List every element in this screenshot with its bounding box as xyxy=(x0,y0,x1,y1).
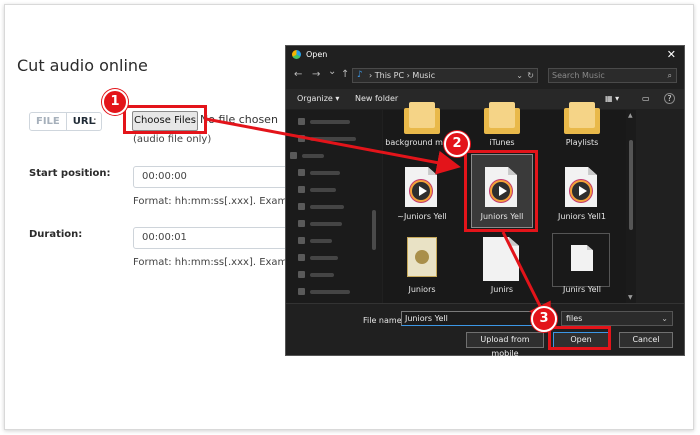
app-icon xyxy=(292,50,301,59)
dialog-title: Open xyxy=(306,50,328,59)
nav-pane-item[interactable] xyxy=(298,203,344,210)
folder-icon xyxy=(564,102,600,134)
blank-file-icon xyxy=(571,245,593,271)
nav-pane-item[interactable] xyxy=(298,271,334,278)
item-label: ~Juniors Yell xyxy=(397,212,447,221)
preview-pane-icon[interactable]: ▭ xyxy=(642,94,650,103)
tab-file[interactable]: FILE xyxy=(30,113,67,130)
refresh-icon[interactable]: ↻ xyxy=(527,69,534,82)
folder-icon xyxy=(484,102,520,134)
search-placeholder: Search Music xyxy=(552,71,605,80)
duration-input[interactable]: 00:00:01 xyxy=(133,227,293,249)
back-arrow-icon[interactable]: ← xyxy=(294,69,302,80)
nav-pane-item[interactable] xyxy=(298,220,342,227)
item-label: Junirs xyxy=(490,285,514,294)
nav-pane-item[interactable] xyxy=(298,254,338,261)
upload-from-mobile-button[interactable]: Upload from mobile xyxy=(466,332,544,358)
image-thumbnail xyxy=(407,237,437,277)
forward-arrow-icon[interactable]: → xyxy=(312,69,320,80)
chevron-down-icon: ⌄ xyxy=(661,314,668,323)
item-label: Juniors Yell1 xyxy=(558,212,606,221)
start-format-hint: Format: hh:mm:ss[.xxx]. Example: 00:01:2… xyxy=(133,196,285,207)
file-list-scrollbar[interactable]: ▲ ▼ xyxy=(626,110,636,303)
tab-colon: : xyxy=(93,114,97,127)
chevron-down-icon[interactable]: ⌄ xyxy=(516,69,523,82)
cancel-button[interactable]: Cancel xyxy=(619,332,673,348)
search-input[interactable]: Search Music ⌕ xyxy=(548,68,677,83)
source-toggle[interactable]: FILE URL xyxy=(29,112,102,131)
duration-format-hint: Format: hh:mm:ss[.xxx]. Example: 00:01:2… xyxy=(133,257,285,268)
this-pc-icon xyxy=(290,152,297,159)
blank-file-icon xyxy=(483,237,519,281)
downloads-icon xyxy=(298,220,305,227)
nav-pane-item[interactable] xyxy=(298,169,340,176)
audio-only-hint: (audio file only) xyxy=(133,134,212,145)
nav-pane-item[interactable] xyxy=(298,118,350,125)
file-name-label: File name: xyxy=(363,316,405,325)
address-bar[interactable]: ♪ › This PC › Music ⌄ ↻ xyxy=(352,68,538,83)
highlight-selected-file xyxy=(464,150,538,232)
videos-icon xyxy=(298,271,305,278)
desktop-icon xyxy=(298,186,305,193)
up-arrow-icon[interactable]: ↑ xyxy=(341,69,349,80)
item-label: Junirs Yell xyxy=(563,285,601,294)
nav-pane-item[interactable] xyxy=(290,152,324,159)
objects-icon xyxy=(298,169,305,176)
highlight-open-button xyxy=(548,326,611,350)
location-icon xyxy=(298,118,305,125)
play-icon xyxy=(410,180,432,202)
no-file-text: No file chosen xyxy=(200,113,278,126)
pictures-icon xyxy=(298,254,305,261)
item-label: Playlists xyxy=(565,138,599,147)
audio-file-icon xyxy=(405,167,437,207)
step-badge-3: 3 xyxy=(531,306,557,332)
navigation-bar: ← → ⌄ ↑ ♪ › This PC › Music ⌄ ↻ Search M… xyxy=(286,65,684,87)
start-position-label: Start position: xyxy=(29,168,111,179)
organize-button[interactable]: Organize ▾ xyxy=(297,94,339,103)
file-type-select[interactable]: files ⌄ xyxy=(561,311,673,326)
recent-dropdown-icon[interactable]: ⌄ xyxy=(328,66,336,77)
drive-icon xyxy=(298,288,305,295)
search-icon: ⌕ xyxy=(667,71,672,80)
nav-pane-item[interactable] xyxy=(298,186,336,193)
item-label: iTunes xyxy=(489,138,515,147)
start-position-input[interactable]: 00:00:00 xyxy=(133,166,293,188)
folder-icon xyxy=(404,102,440,134)
step-badge-1: 1 xyxy=(102,89,128,115)
scroll-up-icon[interactable]: ▲ xyxy=(628,112,633,119)
view-options-icon[interactable]: ▦ ▾ xyxy=(605,94,619,103)
file-type-value: files xyxy=(566,314,583,323)
nav-pane-scrollbar[interactable] xyxy=(372,210,376,250)
help-icon[interactable]: ? xyxy=(664,93,675,104)
address-path[interactable]: › This PC › Music xyxy=(369,69,435,82)
music-icon xyxy=(298,237,305,244)
nav-pane-item[interactable] xyxy=(298,135,356,142)
nav-pane-item[interactable] xyxy=(298,288,350,295)
new-folder-button[interactable]: New folder xyxy=(355,94,398,103)
file-name-input[interactable]: Juniors Yell xyxy=(401,311,551,326)
scroll-down-icon[interactable]: ▼ xyxy=(628,294,633,301)
music-note-icon: ♪ xyxy=(357,70,363,80)
navigation-pane xyxy=(286,110,382,303)
dialog-titlebar: Open ✕ xyxy=(286,46,684,64)
location-icon xyxy=(298,135,305,142)
step-badge-2: 2 xyxy=(444,131,470,157)
documents-icon xyxy=(298,203,305,210)
scroll-thumb[interactable] xyxy=(629,140,633,230)
nav-pane-item[interactable] xyxy=(298,237,332,244)
divider xyxy=(286,303,684,304)
page-title: Cut audio online xyxy=(17,56,148,75)
audio-file-icon xyxy=(565,167,597,207)
command-bar: Organize ▾ New folder ▦ ▾ ▭ ? xyxy=(286,89,684,109)
close-icon[interactable]: ✕ xyxy=(667,48,676,61)
duration-label: Duration: xyxy=(29,229,83,240)
play-icon xyxy=(570,180,592,202)
highlight-choose-files xyxy=(123,105,207,134)
item-label: Juniors xyxy=(408,285,436,294)
